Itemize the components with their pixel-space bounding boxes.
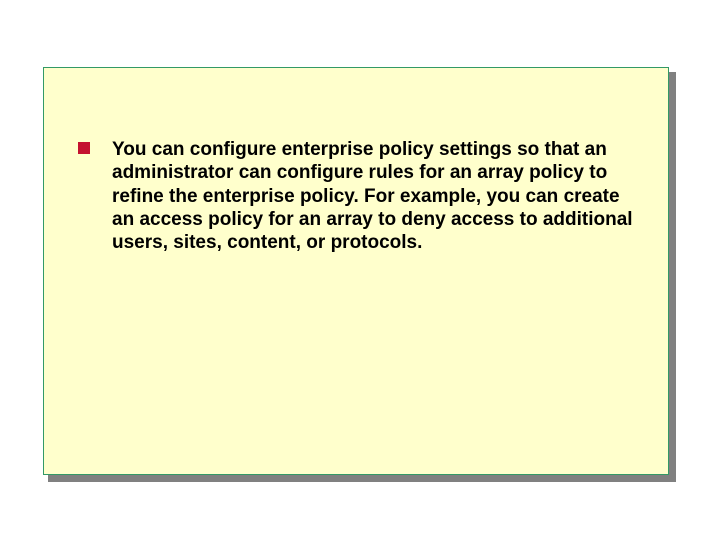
slide: You can configure enterprise policy sett… xyxy=(0,0,720,540)
bullet-text: You can configure enterprise policy sett… xyxy=(112,138,638,255)
content-area: You can configure enterprise policy sett… xyxy=(78,138,638,255)
list-item: You can configure enterprise policy sett… xyxy=(78,138,638,255)
square-bullet-icon xyxy=(78,142,90,154)
content-panel: You can configure enterprise policy sett… xyxy=(43,67,669,475)
